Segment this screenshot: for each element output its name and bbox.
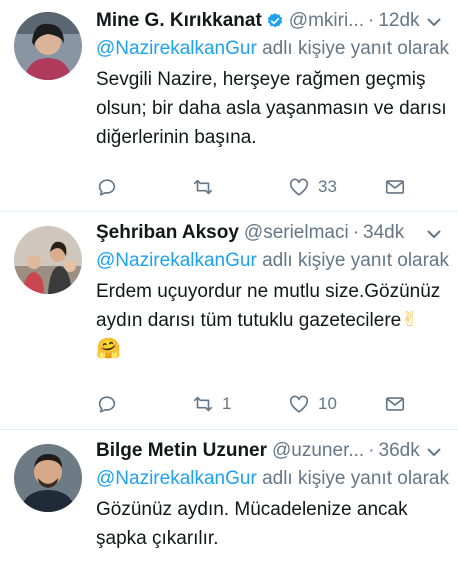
like-count: 10 — [318, 394, 337, 413]
retweet-button[interactable] — [192, 176, 288, 198]
like-button[interactable]: 10 — [288, 393, 384, 415]
reply-icon — [98, 179, 116, 196]
retweet-button[interactable]: 1 — [192, 393, 288, 415]
victory-hand-emoji: ✌ — [401, 309, 418, 331]
reply-context-label: adlı kişiye yanıt olarak — [256, 468, 449, 489]
handle[interactable]: @uzuner... — [272, 440, 364, 462]
tweet-text: Gözünüz aydın. Mücadelenize ancak şapka … — [96, 499, 408, 549]
retweet-icon — [193, 179, 213, 195]
reply-button[interactable] — [96, 176, 192, 198]
tweet[interactable]: Bilge Metin Uzuner @uzuner... · 36dk @Na… — [0, 430, 458, 576]
reply-context: @NazirekalkanGur adlı kişiye yanıt olara… — [96, 466, 450, 491]
mail-icon — [385, 180, 405, 194]
reply-context-label: adlı kişiye yanıt olarak — [256, 38, 449, 59]
heart-icon — [289, 395, 309, 413]
like-button[interactable]: 33 — [288, 176, 384, 198]
reply-icon — [98, 396, 116, 413]
retweet-icon — [193, 396, 213, 412]
handle[interactable]: @serielmaci — [244, 222, 349, 244]
display-name[interactable]: Bilge Metin Uzuner — [96, 440, 267, 462]
avatar[interactable] — [14, 226, 82, 294]
reply-context: @NazirekalkanGur adlı kişiye yanıt olara… — [96, 248, 450, 273]
chevron-down-icon[interactable] — [426, 226, 442, 242]
mention-link[interactable]: @NazirekalkanGur — [96, 250, 257, 271]
separator-dot: · — [368, 440, 375, 461]
chevron-down-icon[interactable] — [426, 444, 442, 460]
reply-context: @NazirekalkanGur adlı kişiye yanıt olara… — [96, 36, 450, 61]
timestamp[interactable]: 12dk — [378, 10, 419, 32]
tweet-actions: 33 — [96, 175, 406, 199]
mention-link[interactable]: @NazirekalkanGur — [96, 468, 257, 489]
separator-dot: · — [352, 222, 360, 243]
dm-button[interactable] — [384, 393, 406, 415]
avatar[interactable] — [14, 444, 82, 512]
tweet[interactable]: Şehriban Aksoy @serielmaci · 34dk @Nazir… — [0, 212, 458, 430]
separator-dot: · — [368, 10, 375, 31]
verified-badge-icon — [267, 13, 282, 28]
mail-icon — [385, 397, 405, 411]
tweet-text: Sevgili Nazire, herşeye rağmen geçmiş ol… — [96, 69, 447, 148]
tweet-text: Erdem uçuyordur ne mutlu size.Gözünüz ay… — [96, 277, 450, 364]
timestamp[interactable]: 36dk — [379, 440, 420, 462]
hugging-face-emoji: 🤗 — [96, 338, 121, 360]
display-name[interactable]: Mine G. Kırıkkanat — [96, 10, 262, 32]
chevron-down-icon[interactable] — [426, 14, 442, 30]
display-name[interactable]: Şehriban Aksoy — [96, 222, 239, 244]
tweet[interactable]: Mine G. Kırıkkanat @mkiri... · 12dk @Naz… — [0, 0, 458, 212]
reply-button[interactable] — [96, 393, 192, 415]
timestamp[interactable]: 34dk — [363, 222, 404, 244]
reply-context-label: adlı kişiye yanıt olarak — [256, 250, 449, 271]
avatar[interactable] — [14, 12, 82, 80]
tweet-text-content: Erdem uçuyordur ne mutlu size.Gözünüz ay… — [96, 281, 441, 331]
dm-button[interactable] — [384, 176, 406, 198]
tweet-actions: 1 10 — [96, 392, 406, 416]
handle[interactable]: @mkiri... — [289, 10, 364, 32]
mention-link[interactable]: @NazirekalkanGur — [96, 38, 257, 59]
heart-icon — [289, 178, 309, 196]
like-count: 33 — [318, 177, 337, 196]
retweet-count: 1 — [222, 394, 232, 413]
